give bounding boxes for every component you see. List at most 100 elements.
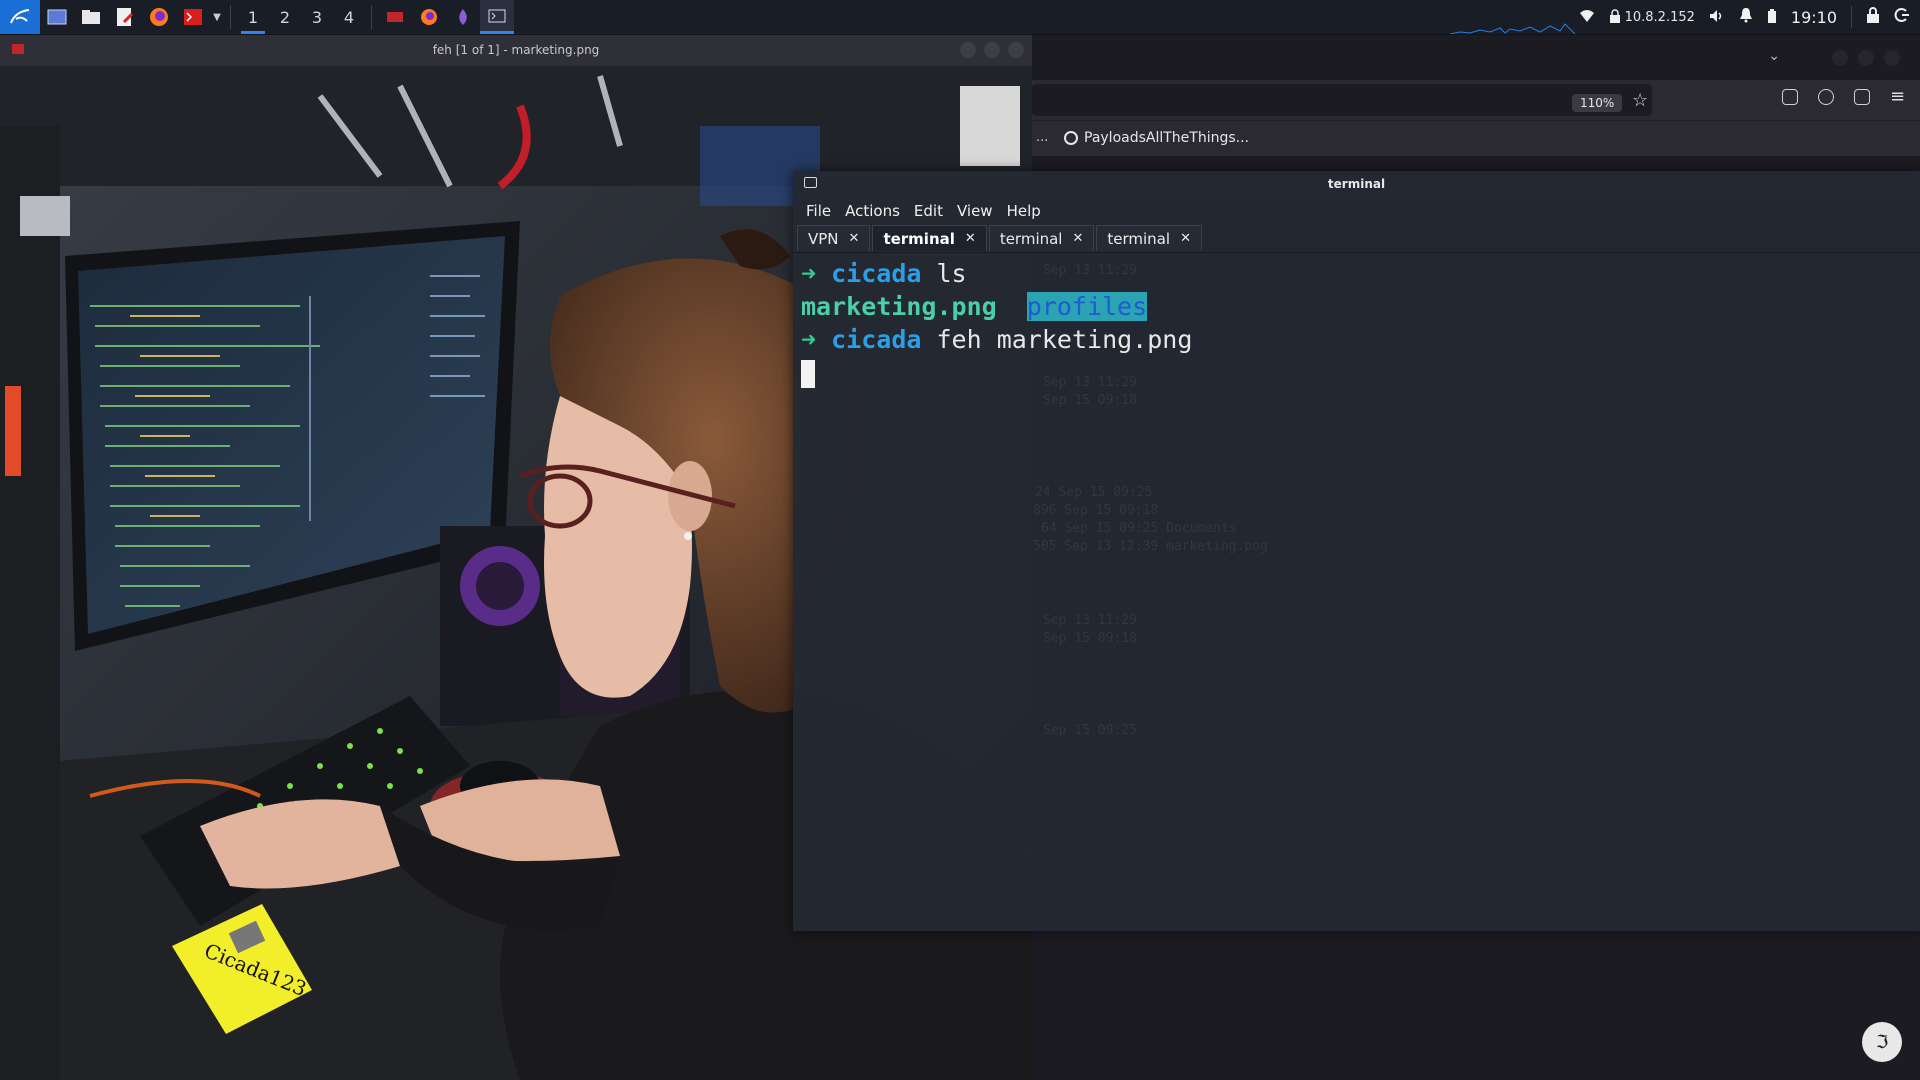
terminal-window-title: terminal xyxy=(1327,177,1386,191)
tab-label: VPN xyxy=(808,229,839,248)
burp-window-icon[interactable] xyxy=(446,0,480,34)
terminal-line: ➜ cicada feh marketing.png xyxy=(801,323,1912,356)
terminal-menubar: File Actions Edit View Help xyxy=(793,197,1920,224)
ghost-text: Sep 15 09:18 xyxy=(1043,393,1137,408)
terminal-titlebar: terminal xyxy=(793,171,1920,197)
assistant-button[interactable]: ℑ xyxy=(1862,1022,1902,1062)
command-text: ls xyxy=(936,259,967,288)
menu-file[interactable]: File xyxy=(806,202,831,220)
tab-label: terminal xyxy=(883,229,955,248)
close-button[interactable] xyxy=(1008,42,1024,58)
volume-icon[interactable] xyxy=(1709,8,1725,27)
terminal-output[interactable]: ➜ cicada ls marketing.png profiles ➜ cic… xyxy=(793,253,1920,393)
zoom-level-badge[interactable]: 110% xyxy=(1572,94,1623,112)
logout-icon[interactable] xyxy=(1894,7,1910,27)
lock-screen-icon[interactable] xyxy=(1866,7,1880,27)
directory-entry: profiles xyxy=(1026,292,1148,321)
network-graph xyxy=(1450,23,1575,34)
notification-bell-icon[interactable] xyxy=(1739,7,1753,27)
maximize-button[interactable] xyxy=(984,42,1000,58)
menu-actions[interactable]: Actions xyxy=(845,202,900,220)
tab-terminal-3[interactable]: terminal ✕ xyxy=(1096,225,1202,251)
workspace-3[interactable]: 3 xyxy=(301,0,333,34)
tab-label: terminal xyxy=(1107,229,1171,248)
firefox-icon[interactable] xyxy=(142,0,176,34)
window-controls xyxy=(1832,50,1900,66)
terminal-window: terminal File Actions Edit View Help VPN… xyxy=(793,171,1920,931)
prompt-arrow: ➜ xyxy=(801,259,817,288)
tab-terminal-2[interactable]: terminal ✕ xyxy=(988,225,1095,251)
account-icon[interactable] xyxy=(1818,89,1834,105)
github-icon xyxy=(1064,131,1078,145)
file-entry: marketing.png xyxy=(801,292,997,321)
maximize-button[interactable] xyxy=(1858,50,1874,66)
system-tray: 10.8.2.152 19:10 xyxy=(1579,0,1920,34)
minimize-button[interactable] xyxy=(1832,50,1848,66)
battery-icon[interactable] xyxy=(1767,8,1777,27)
tab-list-chevron-icon[interactable]: ⌄ xyxy=(1768,48,1780,64)
terminal-tab-bar: VPN ✕ terminal ✕ terminal ✕ terminal ✕ xyxy=(793,224,1920,253)
ghost-text: 64 Sep 15 09:25 Documents xyxy=(1041,521,1237,536)
menu-help[interactable]: Help xyxy=(1007,202,1041,220)
bookmark-star-icon[interactable]: ☆ xyxy=(1632,90,1648,111)
feh-titlebar: feh [1 of 1] - marketing.png xyxy=(0,34,1032,67)
extensions-icon[interactable] xyxy=(1854,89,1870,105)
close-tab-icon[interactable]: ✕ xyxy=(1180,231,1191,246)
tab-label: terminal xyxy=(999,229,1063,248)
workspace-1[interactable]: 1 xyxy=(237,0,269,34)
close-tab-icon[interactable]: ✕ xyxy=(1072,231,1083,246)
bookmark-item[interactable]: PayloadsAllTheThings... xyxy=(1064,130,1249,146)
ghost-text: Sep 15 09:18 xyxy=(1043,631,1137,646)
close-tab-icon[interactable]: ✕ xyxy=(965,231,976,246)
menu-edit[interactable]: Edit xyxy=(914,202,943,220)
vpn-lock-icon[interactable] xyxy=(1609,8,1621,27)
url-bar[interactable]: 110% ☆ xyxy=(1032,84,1652,116)
ghost-text: 24 Sep 15 09:25 xyxy=(1035,485,1153,500)
ghost-text: 505 Sep 13 12:39 marketing.png xyxy=(1033,539,1268,554)
firefox-window-icon[interactable] xyxy=(412,0,446,34)
terminal-launcher-icon[interactable] xyxy=(176,0,210,34)
prompt-host: cicada xyxy=(831,325,922,354)
ghost-text: Sep 13 11:29 xyxy=(1043,263,1137,278)
feh-window-title: feh [1 of 1] - marketing.png xyxy=(432,43,600,57)
hamburger-menu-icon[interactable]: ≡ xyxy=(1890,86,1905,107)
wifi-icon[interactable] xyxy=(1579,8,1595,27)
top-panel: ▼ 1 2 3 4 10.8.2.152 19:10 xyxy=(0,0,1920,35)
bookmarks-toolbar: ... PayloadsAllTheThings... xyxy=(1032,120,1920,157)
terminal-line xyxy=(801,356,1912,389)
terminal-window-icon[interactable] xyxy=(480,0,514,34)
close-tab-icon[interactable]: ✕ xyxy=(849,231,860,246)
text-editor-icon[interactable] xyxy=(108,0,142,34)
terminal-line: ➜ cicada ls xyxy=(801,257,1912,290)
terminal-line: marketing.png profiles xyxy=(801,290,1912,323)
menu-view[interactable]: View xyxy=(957,202,993,220)
feh-window-icon[interactable] xyxy=(378,0,412,34)
panel-separator xyxy=(371,5,372,29)
clock[interactable]: 19:10 xyxy=(1791,8,1837,27)
workspace-2[interactable]: 2 xyxy=(269,0,301,34)
ghost-text: Sep 13 11:29 xyxy=(1043,375,1137,390)
window-controls xyxy=(960,42,1024,58)
ghost-text: Sep 13 11:29 xyxy=(1043,613,1137,628)
pocket-icon[interactable] xyxy=(1782,89,1798,105)
panel-separator xyxy=(230,5,231,29)
minimize-button[interactable] xyxy=(960,42,976,58)
browser-tab-bar: ⌄ xyxy=(1032,34,1920,80)
command-text: feh marketing.png xyxy=(936,325,1193,354)
show-desktop-icon[interactable] xyxy=(40,0,74,34)
workspace-4[interactable]: 4 xyxy=(333,0,365,34)
bookmark-overflow[interactable]: ... xyxy=(1036,130,1048,145)
ghost-text: 896 Sep 15 09:18 xyxy=(1033,503,1159,518)
kali-menu-icon[interactable] xyxy=(0,0,40,34)
prompt-host: cicada xyxy=(831,259,922,288)
ghost-text: Sep 15 09:25 xyxy=(1043,723,1137,738)
ip-address[interactable]: 10.8.2.152 xyxy=(1625,10,1695,25)
browser-nav-bar: 110% ☆ ≡ xyxy=(1032,80,1920,120)
chevron-down-icon[interactable]: ▼ xyxy=(210,0,224,34)
bookmark-label: PayloadsAllTheThings... xyxy=(1084,130,1250,146)
close-button[interactable] xyxy=(1884,50,1900,66)
file-manager-icon[interactable] xyxy=(74,0,108,34)
prompt-arrow: ➜ xyxy=(801,325,817,354)
tab-vpn[interactable]: VPN ✕ xyxy=(797,225,871,251)
tab-terminal-1[interactable]: terminal ✕ xyxy=(872,225,987,251)
